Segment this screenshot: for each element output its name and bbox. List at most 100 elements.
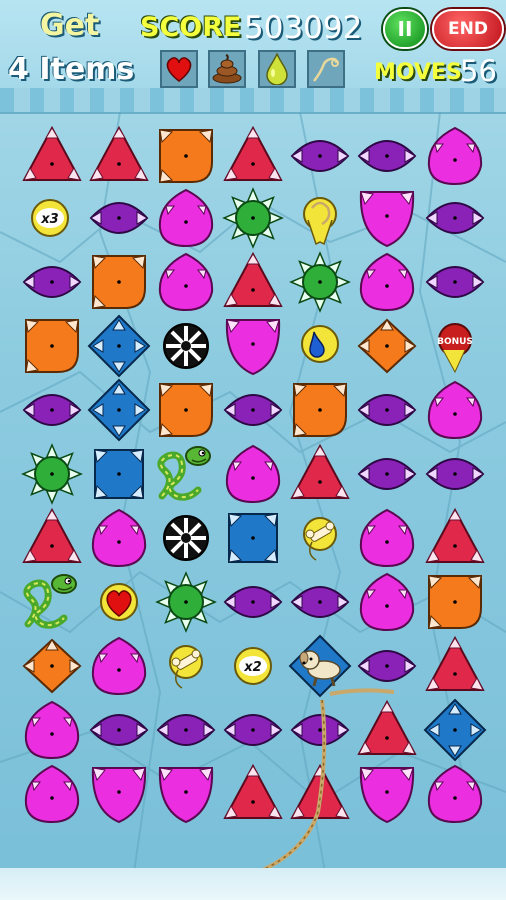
snake-tile[interactable] [152, 440, 220, 508]
red-tri-tile[interactable] [286, 440, 354, 508]
magenta-drop-tile[interactable] [421, 760, 489, 828]
red-tri-icon [290, 443, 350, 499]
heart-item-tile[interactable] [85, 568, 153, 636]
purple-leaf-tile[interactable] [18, 376, 86, 444]
yellow-bone-icon [169, 645, 203, 689]
purple-leaf-tile[interactable] [286, 696, 354, 764]
orange-sq-tile[interactable] [152, 376, 220, 444]
red-tri-icon [22, 507, 82, 563]
red-tri-tile[interactable] [18, 504, 86, 572]
magenta-cup-tile[interactable] [353, 184, 421, 252]
red-tri-tile[interactable] [286, 760, 354, 828]
magenta-drop-tile[interactable] [152, 184, 220, 252]
x3-coin-tile[interactable]: x3 [18, 184, 86, 252]
magenta-drop-tile[interactable] [85, 504, 153, 572]
purple-leaf-tile[interactable] [421, 440, 489, 508]
red-tri-tile[interactable] [85, 122, 153, 190]
orange-sq-tile[interactable] [18, 312, 86, 380]
orange-sq-icon [159, 129, 213, 183]
x2-coin-tile[interactable]: x2 [219, 632, 287, 700]
purple-leaf-tile[interactable] [421, 184, 489, 252]
magenta-cup-tile[interactable] [152, 760, 220, 828]
red-tri-icon [223, 251, 283, 307]
red-tri-tile[interactable] [18, 122, 86, 190]
magenta-drop-tile[interactable] [421, 122, 489, 190]
black-wheel-tile[interactable] [152, 504, 220, 572]
red-tri-tile[interactable] [219, 760, 287, 828]
magenta-cup-tile[interactable] [219, 312, 287, 380]
magenta-drop-tile[interactable] [353, 504, 421, 572]
magenta-drop-tile[interactable] [219, 440, 287, 508]
purple-leaf-tile[interactable] [219, 696, 287, 764]
purple-leaf-tile[interactable] [286, 122, 354, 190]
magenta-drop-tile[interactable] [353, 248, 421, 316]
magenta-cup-tile[interactable] [85, 760, 153, 828]
green-star-tile[interactable] [152, 568, 220, 636]
blue-diamond-tile[interactable] [85, 312, 153, 380]
green-star-tile[interactable] [219, 184, 287, 252]
red-tri-icon [89, 125, 149, 181]
purple-leaf-tile[interactable] [286, 568, 354, 636]
magenta-drop-tile[interactable] [85, 632, 153, 700]
purple-leaf-tile[interactable] [85, 696, 153, 764]
blue-diamond-tile[interactable] [85, 376, 153, 444]
magenta-drop-tile[interactable] [18, 760, 86, 828]
magenta-drop-tile[interactable] [152, 248, 220, 316]
red-tri-tile[interactable] [219, 248, 287, 316]
black-wheel-icon [163, 515, 209, 561]
purple-leaf-icon [290, 714, 350, 746]
pause-button[interactable]: II [383, 9, 427, 49]
magenta-drop-tile[interactable] [353, 568, 421, 636]
green-star-icon [155, 571, 217, 633]
purple-leaf-tile[interactable] [219, 376, 287, 444]
blue-diamond-tile[interactable] [421, 696, 489, 764]
magenta-drop-tile[interactable] [421, 376, 489, 444]
orange-sq-icon [293, 383, 347, 437]
poop-icon [212, 54, 242, 84]
dog-tile[interactable] [286, 632, 354, 700]
purple-leaf-icon [22, 266, 82, 298]
bonus-label: BONUS [437, 337, 473, 347]
orange-sq-tile[interactable] [85, 248, 153, 316]
end-button[interactable]: END [432, 9, 504, 49]
magenta-cup-tile[interactable] [353, 760, 421, 828]
snake-icon [23, 574, 77, 629]
purple-leaf-tile[interactable] [421, 248, 489, 316]
purple-leaf-tile[interactable] [353, 376, 421, 444]
green-star-tile[interactable] [18, 440, 86, 508]
red-tri-tile[interactable] [353, 696, 421, 764]
magenta-drop-tile[interactable] [18, 696, 86, 764]
bonus-badge-tile[interactable]: BONUS [421, 312, 489, 380]
orange-diamond-tile[interactable] [18, 632, 86, 700]
red-tri-tile[interactable] [219, 122, 287, 190]
magenta-cup-icon [359, 767, 415, 824]
black-wheel-tile[interactable] [152, 312, 220, 380]
purple-leaf-tile[interactable] [353, 122, 421, 190]
orange-sq-tile[interactable] [421, 568, 489, 636]
snake-tile[interactable] [18, 568, 86, 636]
orange-sq-tile[interactable] [286, 376, 354, 444]
yellow-bulb-tile[interactable] [286, 184, 354, 252]
green-star-tile[interactable] [286, 248, 354, 316]
yellow-bone-tile[interactable] [286, 504, 354, 572]
red-tri-tile[interactable] [421, 504, 489, 572]
yellow-bone-tile[interactable] [152, 632, 220, 700]
blue-square-tile[interactable] [219, 504, 287, 572]
blue-square-tile[interactable] [85, 440, 153, 508]
purple-leaf-tile[interactable] [152, 696, 220, 764]
purple-leaf-tile[interactable] [353, 440, 421, 508]
orange-sq-tile[interactable] [152, 122, 220, 190]
dog-icon [288, 634, 352, 698]
game-board[interactable]: x3 BONUS x2 [0, 112, 506, 900]
purple-leaf-tile[interactable] [353, 632, 421, 700]
purple-leaf-tile[interactable] [85, 184, 153, 252]
purple-leaf-tile[interactable] [18, 248, 86, 316]
blue-drop-tile[interactable] [286, 312, 354, 380]
red-tri-tile[interactable] [421, 632, 489, 700]
magenta-drop-icon [225, 444, 281, 504]
purple-leaf-icon [223, 586, 283, 618]
purple-leaf-icon [22, 394, 82, 426]
purple-leaf-tile[interactable] [219, 568, 287, 636]
purple-leaf-icon [156, 714, 216, 746]
orange-diamond-tile[interactable] [353, 312, 421, 380]
